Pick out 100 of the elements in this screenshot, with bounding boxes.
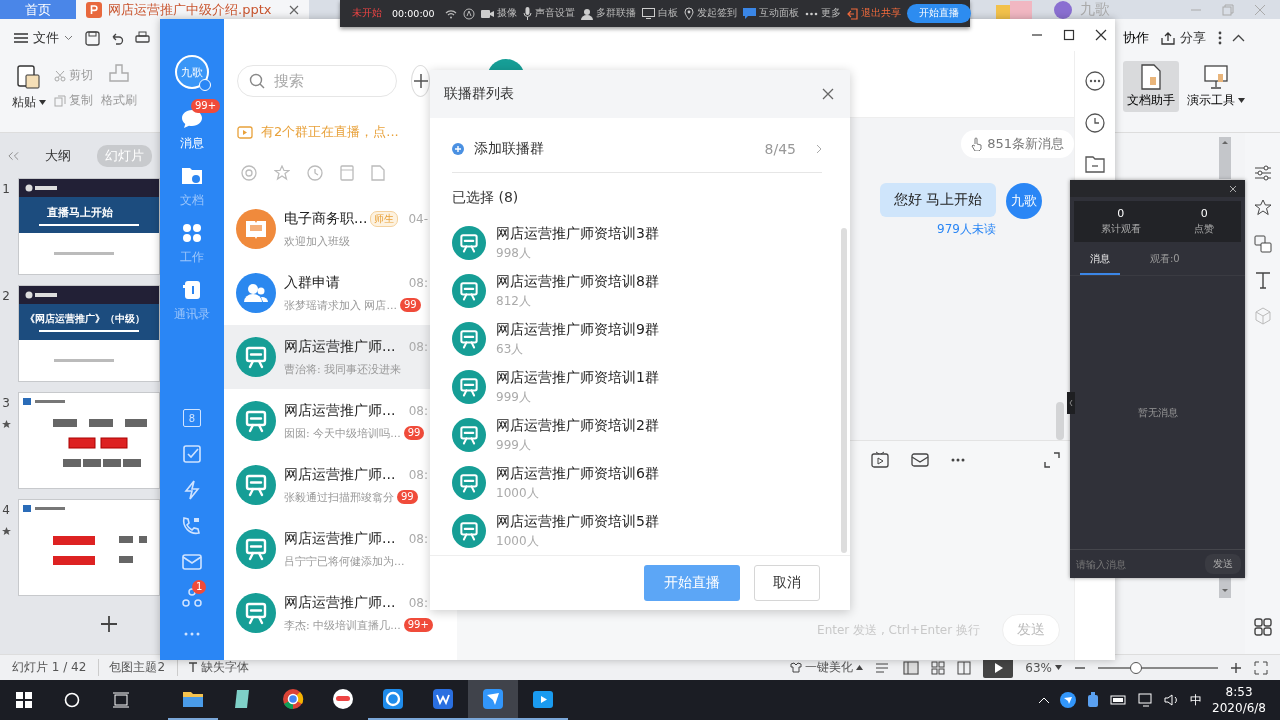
toolbar-label[interactable]: 多群联播: [595, 7, 636, 20]
slide-number: 4: [2, 503, 10, 517]
conversation-name: 入群申请: [284, 273, 340, 292]
nav-item[interactable]: 99+ 消息: [166, 99, 218, 152]
conversation-item[interactable]: 网店运营推广师... 08: 吕宁宁已将何健添加为...: [224, 517, 430, 581]
group-name: 网店运营推广师资培训2群: [496, 416, 659, 435]
live-status: 未开始: [352, 7, 382, 20]
new-messages-button[interactable]: 851条新消息: [961, 130, 1074, 158]
collaborate-button[interactable]: 协作: [1123, 29, 1149, 47]
member-count: 812人: [496, 292, 532, 310]
toolbar-label[interactable]: 互动面板: [758, 7, 799, 20]
message-time: 08:: [408, 467, 428, 482]
slide-number: 2: [2, 289, 10, 303]
conversation-item[interactable]: 入群申请 08: 张梦瑶请求加入 网店... 99: [224, 261, 430, 325]
dialog-title: 联播群列表: [444, 85, 514, 103]
message-preview: 张梦瑶请求加入 网店...: [284, 297, 397, 313]
panel-tab[interactable]: 消息: [1080, 252, 1120, 275]
toolbar-label[interactable]: 白板: [657, 7, 678, 20]
message-preview: 欢迎加入班级: [284, 233, 350, 249]
panel-tab[interactable]: 观看:0: [1140, 252, 1190, 275]
beautify-button[interactable]: 一键美化: [790, 659, 864, 676]
unread-badge: 99: [403, 426, 425, 440]
conversation-item[interactable]: 网店运营推广师... 08: 囡囡: 今天中级培训吗... 99: [224, 389, 430, 453]
toolbar-label[interactable]: 摄像: [496, 7, 517, 20]
stat-label: 点赞: [1194, 222, 1215, 236]
conversation-name: 网店运营推广师...: [284, 401, 396, 420]
exit-share-button[interactable]: 退出共享: [860, 7, 901, 20]
toolbar-label[interactable]: 更多: [820, 7, 841, 20]
slide-title: 《网店运营推广》（中级）: [25, 312, 145, 326]
message-time: 08:: [408, 595, 428, 610]
user-avatar: 九歌: [1006, 183, 1042, 219]
document-tab[interactable]: 网店运营推广中级介绍.pptx: [76, 0, 310, 19]
slide-thumbnail[interactable]: 直播马上开始: [18, 178, 160, 275]
cancel-button[interactable]: 取消: [754, 565, 820, 601]
group-name: 网店运营推广师资培训5群: [496, 512, 659, 531]
member-count: 63人: [496, 340, 525, 358]
message-preview: 囡囡: 今天中级培训吗...: [284, 425, 401, 441]
group-count: 8/45: [764, 141, 796, 157]
unread-badge: 99+: [403, 618, 433, 632]
document-tab[interactable]: 首页: [0, 0, 76, 19]
conversation-name: 网店运营推广师...: [284, 337, 396, 356]
share-button[interactable]: 分享: [1159, 27, 1208, 49]
member-count: 1000人: [496, 532, 540, 550]
member-count: 998人: [496, 244, 532, 262]
search-field[interactable]: 搜索: [237, 65, 397, 97]
message-preview: 李杰: 中级培训直播几...: [284, 617, 401, 633]
conversation-item[interactable]: 网店运营推广师... 08: 李杰: 中级培训直播几... 99+: [224, 581, 430, 645]
send-button[interactable]: 发送: [1205, 554, 1241, 574]
empty-message: 暂无消息: [1137, 405, 1178, 420]
conversation-name: 网店运营推广师...: [284, 529, 396, 548]
member-count: 999人: [496, 436, 532, 454]
message-preview: 曹治将: 我同事还没进来: [284, 361, 402, 377]
slide-thumbnail[interactable]: 《网店运营推广》（中级）: [18, 285, 160, 382]
file-menu-button[interactable]: 文件: [12, 27, 75, 49]
message-preview: 吕宁宁已将何健添加为...: [284, 553, 405, 569]
slide-number: 3: [2, 396, 10, 410]
live-timer: 00:00:00: [392, 8, 435, 19]
toolbar-label[interactable]: 声音设置: [534, 7, 575, 20]
member-count: 1000人: [496, 484, 540, 502]
user-name: 九歌: [1080, 0, 1110, 19]
role-tag: 师生: [370, 210, 399, 227]
panel-tab[interactable]: 大纲: [37, 145, 79, 167]
section-label: 已选择 (8): [452, 188, 520, 207]
conversation-item[interactable]: 网店运营推广师... 08: 曹治将: 我同事还没进来: [224, 325, 430, 389]
message-preview: 张毅通过扫描邢竣翕分: [284, 489, 394, 505]
conversation-name: 网店运营推广师...: [284, 465, 396, 484]
group-name: 网店运营推广师资培训1群: [496, 368, 659, 387]
conversation-name: 网店运营推广师...: [284, 593, 396, 612]
conversation-item[interactable]: 网店运营推广师... 08: 张毅通过扫描邢竣翕分 99: [224, 453, 430, 517]
message-time: 04-: [408, 211, 428, 226]
slide-counter: 幻灯片 1 / 42: [12, 659, 87, 676]
input-method[interactable]: 中: [1190, 691, 1203, 709]
ribbon-tool-button[interactable]: 演示工具: [1183, 61, 1249, 112]
message-time: 08:: [408, 531, 428, 546]
toolbar-label[interactable]: 发起签到: [696, 7, 737, 20]
group-name: 网店运营推广师资培训9群: [496, 320, 659, 339]
stat-value: 0: [1117, 207, 1125, 220]
conversation-name: 电子商务职...: [284, 209, 368, 228]
stat-value: 0: [1200, 207, 1208, 220]
add-group-row[interactable]: 添加联播群 8/45: [452, 126, 822, 173]
unread-badge: 99+: [191, 99, 221, 113]
slide-title: 直播马上开始: [47, 204, 113, 220]
group-name: 网店运营推广师资培训8群: [496, 272, 659, 291]
message-time: 08:: [408, 275, 428, 290]
unread-badge: 99: [400, 298, 421, 312]
slide-number: 1: [2, 182, 10, 196]
conversation-item[interactable]: 电子商务职... 师生 04- 欢迎加入班级: [224, 197, 430, 261]
ribbon-tool-button[interactable]: 文档助手: [1123, 61, 1179, 112]
group-name: 网店运营推广师资培训6群: [496, 464, 659, 483]
unread-badge: 99: [397, 490, 418, 504]
zoom-level[interactable]: 63%: [1025, 660, 1062, 675]
message-time: 08:: [408, 339, 428, 354]
member-count: 999人: [496, 388, 532, 406]
notification-badge: 1: [192, 580, 207, 594]
group-name: 网店运营推广师资培训3群: [496, 224, 659, 243]
clock[interactable]: 8:53 2020/6/8: [1212, 684, 1266, 716]
message-time: 08:: [408, 403, 428, 418]
paste-button[interactable]: 粘贴: [12, 63, 46, 111]
message-input[interactable]: 请输入消息: [1074, 557, 1201, 571]
add-group-label: 添加联播群: [474, 140, 544, 158]
